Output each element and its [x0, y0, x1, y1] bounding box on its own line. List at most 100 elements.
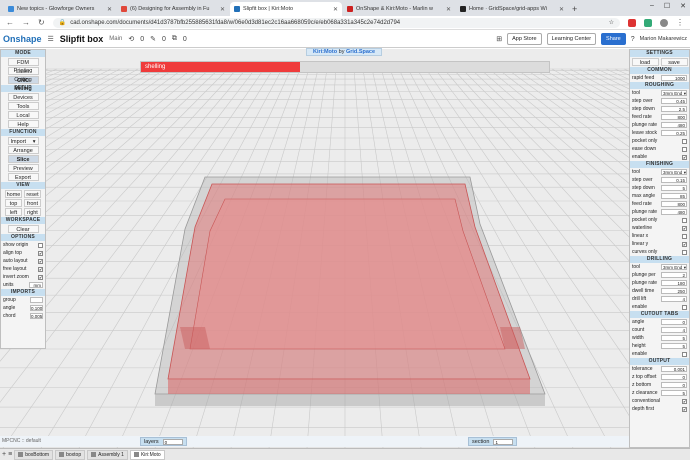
section-input[interactable]: 1 — [493, 438, 514, 445]
clear-button[interactable]: Clear — [7, 225, 39, 233]
share-button[interactable]: Share — [601, 33, 626, 45]
mode-fdm-printing[interactable]: FDM Printing — [7, 58, 39, 74]
rapid-feed-input[interactable]: 1000 — [661, 75, 687, 81]
function-arrange[interactable]: Arrange — [7, 146, 39, 154]
view-top-button[interactable]: top — [5, 199, 22, 207]
setting-input[interactable]: 5 — [661, 390, 687, 396]
import-select[interactable]: Import ▾ — [7, 137, 39, 145]
setting-input[interactable]: 480 — [661, 122, 687, 128]
app-store-button[interactable]: App Store — [507, 33, 542, 45]
learning-center-button[interactable]: Learning Center — [546, 33, 597, 45]
setting-checkbox[interactable] — [682, 146, 687, 152]
layers-input[interactable]: 0 — [162, 438, 183, 445]
hamburger-icon[interactable]: ☰ — [48, 35, 54, 43]
setup-local[interactable]: Local — [7, 111, 39, 119]
new-tab-button[interactable]: + — [572, 2, 577, 16]
setting-checkbox[interactable]: ✔ — [682, 225, 687, 231]
setting-input[interactable]: 480 — [661, 209, 687, 215]
option-checkbox[interactable]: ✔ — [38, 266, 43, 272]
view-reset-button[interactable]: reset — [24, 190, 41, 198]
link-icon[interactable]: ⧉ — [172, 35, 177, 43]
star-icon[interactable]: ☆ — [609, 19, 614, 26]
setting-input[interactable]: 0.001 — [661, 366, 687, 372]
help-icon[interactable]: ? — [631, 36, 635, 43]
setting-checkbox[interactable] — [682, 249, 687, 255]
tab-list-icon[interactable]: ≡ — [8, 451, 12, 458]
mode-laser-cutting[interactable]: Laser Cutting — [7, 67, 39, 83]
setting-checkbox[interactable] — [682, 217, 687, 223]
setting-input[interactable]: 5 — [661, 185, 687, 191]
setup-tools[interactable]: Tools — [7, 102, 39, 110]
import-input[interactable] — [30, 297, 43, 303]
setting-input[interactable]: 5 — [661, 335, 687, 341]
close-tab-icon[interactable]: ✕ — [333, 6, 338, 13]
tab-assembly-1[interactable]: Assembly 1 — [87, 449, 128, 460]
setting-input[interactable]: 0.45 — [661, 98, 687, 104]
function-slice[interactable]: Slice — [7, 155, 39, 163]
units-select[interactable]: mm — [29, 282, 43, 288]
close-tab-icon[interactable]: ✕ — [107, 6, 112, 13]
import-input[interactable]: 0.100 — [30, 305, 43, 311]
close-tab-icon[interactable]: ✕ — [220, 6, 225, 13]
setting-input[interactable]: 0.15 — [661, 177, 687, 183]
maximize-icon[interactable]: ☐ — [664, 2, 670, 10]
setting-checkbox[interactable]: ✔ — [682, 406, 687, 412]
browser-tab[interactable]: Home · GridSpace/grid-apps Wi ✕ — [456, 2, 568, 16]
user-menu[interactable]: Marion Makarewicz — [640, 36, 687, 42]
extension-icon[interactable] — [644, 18, 652, 27]
view-left-button[interactable]: left — [5, 208, 22, 216]
tab-boxtop[interactable]: boxtop — [55, 449, 86, 460]
tool-select[interactable]: 3mm End ▾ — [661, 264, 687, 270]
setting-checkbox[interactable] — [682, 304, 687, 310]
browser-tab[interactable]: OnShape & Kiri:Moto - Marlin w ✕ — [343, 2, 455, 16]
close-tab-icon[interactable]: ✕ — [559, 6, 564, 13]
extension-icon[interactable] — [628, 18, 636, 27]
setup-help[interactable]: Help — [7, 120, 39, 128]
option-checkbox[interactable]: ✔ — [38, 258, 43, 264]
tab-kiri-moto[interactable]: Kiri:Moto — [129, 449, 165, 460]
add-tab-icon[interactable]: + — [2, 451, 6, 458]
setting-checkbox[interactable] — [682, 138, 687, 144]
gridspace-link[interactable]: Grid.Space — [346, 49, 375, 55]
reload-icon[interactable]: ↻ — [38, 18, 45, 27]
view-front-button[interactable]: front — [24, 199, 41, 207]
setting-checkbox[interactable]: ✔ — [682, 241, 687, 247]
option-checkbox[interactable]: ✔ — [38, 250, 43, 256]
view-right-button[interactable]: right — [24, 208, 41, 216]
mode-cnc-milling[interactable]: CNC Milling — [7, 76, 39, 92]
setting-input[interactable]: 250 — [661, 288, 687, 294]
save-button[interactable]: save — [660, 58, 688, 66]
tool-select[interactable]: 3mm End ▾ — [661, 90, 687, 96]
history-icon[interactable]: ⟲ — [128, 35, 134, 43]
browser-tab[interactable]: Slipfit box | Kiri:Moto ✕ — [230, 2, 342, 16]
setting-checkbox[interactable]: ✔ — [682, 398, 687, 404]
function-preview[interactable]: Preview — [7, 164, 39, 172]
forward-icon[interactable]: → — [22, 18, 30, 27]
app-store-icon[interactable]: ⊞ — [496, 35, 502, 43]
back-icon[interactable]: ← — [6, 18, 14, 27]
setting-input[interactable]: 2.5 — [661, 106, 687, 112]
setting-input[interactable]: 0.25 — [661, 130, 687, 136]
minimize-icon[interactable]: – — [650, 2, 654, 10]
option-checkbox[interactable]: ✔ — [38, 274, 43, 280]
setting-input[interactable]: 0 — [661, 374, 687, 380]
comment-icon[interactable]: ✎ — [150, 35, 156, 43]
option-checkbox[interactable] — [38, 242, 43, 248]
setting-checkbox[interactable]: ✔ — [682, 154, 687, 160]
tool-select[interactable]: 3mm End ▾ — [661, 169, 687, 175]
setting-input[interactable]: 5 — [661, 343, 687, 349]
view-home-button[interactable]: home — [5, 190, 22, 198]
setting-input[interactable]: 4 — [661, 327, 687, 333]
browser-tab[interactable]: New topics - Glowforge Owners ✕ — [4, 2, 116, 16]
function-export[interactable]: Export — [7, 173, 39, 181]
setting-checkbox[interactable] — [682, 351, 687, 357]
kiri-viewport[interactable] — [0, 49, 690, 448]
setting-input[interactable]: 180 — [661, 280, 687, 286]
setting-input[interactable]: 0 — [661, 319, 687, 325]
tab-boxbottom[interactable]: boxBottom — [14, 449, 54, 460]
profile-icon[interactable] — [660, 18, 668, 27]
setting-input[interactable]: 4 — [661, 296, 687, 302]
setting-input[interactable]: 800 — [661, 114, 687, 120]
close-tab-icon[interactable]: ✕ — [446, 6, 451, 13]
import-input[interactable]: 0.005 — [30, 313, 43, 319]
